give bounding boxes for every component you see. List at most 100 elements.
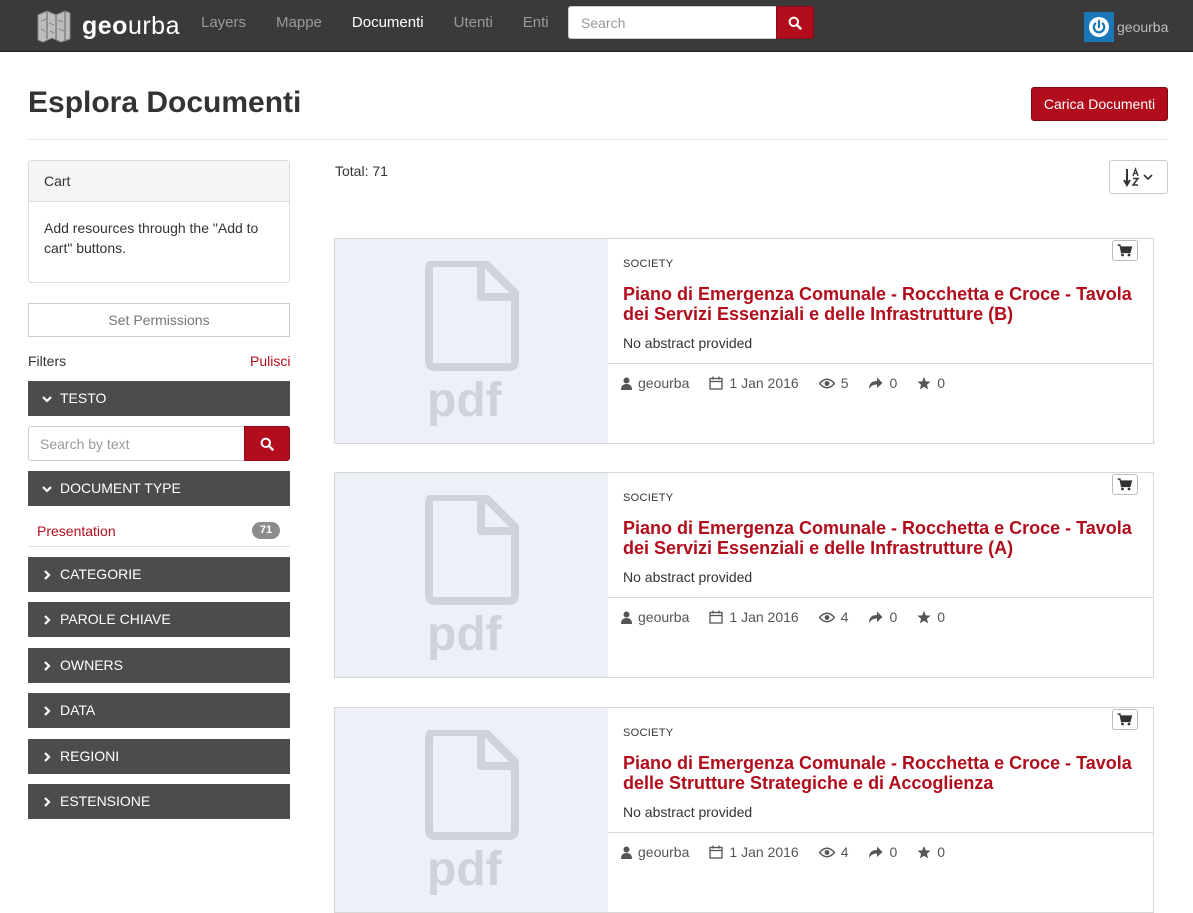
user-name: geourba xyxy=(1117,19,1169,35)
document-thumbnail[interactable]: pdf xyxy=(335,708,608,912)
owner-meta[interactable]: geourba xyxy=(621,609,689,625)
category-label: SOCIETY xyxy=(623,727,674,739)
divider xyxy=(608,832,1153,833)
shares-meta: 0 xyxy=(868,844,897,860)
add-to-cart-button[interactable] xyxy=(1112,240,1138,261)
add-to-cart-button[interactable] xyxy=(1112,709,1138,730)
cart-icon xyxy=(1117,244,1133,257)
owner-meta[interactable]: geourba xyxy=(621,375,689,391)
views-count: 4 xyxy=(840,609,849,625)
shares-count: 0 xyxy=(889,609,898,625)
facet-parole-chiave[interactable]: PAROLE CHIAVE xyxy=(28,602,290,637)
map-logo-icon xyxy=(37,10,71,43)
abstract-text: No abstract provided xyxy=(623,335,753,351)
facet-label: CATEGORIE xyxy=(60,566,142,582)
rating-value: 0 xyxy=(937,375,946,391)
document-card: pdf SOCIETY Piano di Emergenza Comunale … xyxy=(334,238,1154,444)
search-icon xyxy=(260,437,274,451)
document-title-link[interactable]: Piano di Emergenza Comunale - Rocchetta … xyxy=(623,518,1143,558)
owner-name: geourba xyxy=(638,375,690,391)
eye-icon xyxy=(818,847,835,857)
chevron-right-icon xyxy=(40,659,54,673)
user-icon xyxy=(621,846,632,859)
logo[interactable]: geourba xyxy=(36,8,180,44)
views-meta: 4 xyxy=(818,844,848,860)
facet-label: DATA xyxy=(60,702,96,718)
calendar-icon xyxy=(709,845,724,859)
global-search-input[interactable] xyxy=(568,6,777,39)
header-divider xyxy=(28,139,1168,140)
logo-text: geourba xyxy=(82,11,180,40)
document-title-link[interactable]: Piano di Emergenza Comunale - Rocchetta … xyxy=(623,753,1143,793)
share-icon xyxy=(869,377,883,389)
pdf-label: pdf xyxy=(427,608,502,661)
facet-regioni[interactable]: REGIONI xyxy=(28,739,290,774)
facet-data[interactable]: DATA xyxy=(28,693,290,728)
nav-link-enti[interactable]: Enti xyxy=(508,0,564,48)
nav-link-documenti[interactable]: Documenti xyxy=(337,0,439,48)
text-search-button[interactable] xyxy=(244,426,290,461)
nav-link-mappe[interactable]: Mappe xyxy=(261,0,337,48)
chevron-right-icon xyxy=(40,704,54,718)
facet-estensione[interactable]: ESTENSIONE xyxy=(28,784,290,819)
date-value: 1 Jan 2016 xyxy=(729,375,799,391)
calendar-icon xyxy=(709,376,724,390)
shares-count: 0 xyxy=(889,844,898,860)
chevron-right-icon xyxy=(40,750,54,764)
top-navbar: geourba Layers Mappe Documenti Utenti En… xyxy=(0,0,1193,52)
search-icon xyxy=(788,16,802,30)
date-value: 1 Jan 2016 xyxy=(729,609,799,625)
cart-title: Cart xyxy=(29,161,289,202)
eye-icon xyxy=(818,612,835,622)
text-search-input[interactable] xyxy=(28,426,244,461)
document-card: pdf SOCIETY Piano di Emergenza Comunale … xyxy=(334,472,1154,678)
facet-owners[interactable]: OWNERS xyxy=(28,648,290,683)
cart-icon xyxy=(1117,713,1133,726)
chevron-down-icon xyxy=(40,482,54,496)
chevron-right-icon xyxy=(40,613,54,627)
chevron-right-icon xyxy=(40,568,54,582)
add-to-cart-button[interactable] xyxy=(1112,474,1138,495)
rating-value: 0 xyxy=(937,844,946,860)
card-body: SOCIETY Piano di Emergenza Comunale - Ro… xyxy=(608,708,1153,912)
views-meta: 4 xyxy=(818,609,849,625)
facet-categorie[interactable]: CATEGORIE xyxy=(28,557,290,592)
shares-count: 0 xyxy=(889,375,898,391)
cart-panel: Cart Add resources through the "Add to c… xyxy=(28,160,290,283)
category-label: SOCIETY xyxy=(623,258,674,270)
avatar xyxy=(1084,12,1114,42)
owner-meta[interactable]: geourba xyxy=(621,844,689,860)
star-icon xyxy=(917,610,931,623)
facet-item-presentation[interactable]: Presentation 71 xyxy=(28,516,290,547)
set-permissions-button[interactable]: Set Permissions xyxy=(28,303,290,337)
count-badge: 71 xyxy=(252,522,280,539)
pdf-label: pdf xyxy=(427,374,502,427)
facet-label: TESTO xyxy=(60,390,107,406)
facet-testo[interactable]: TESTO xyxy=(28,381,290,416)
user-menu[interactable]: geourba xyxy=(1084,12,1168,42)
results-total: Total: 71 xyxy=(335,163,388,179)
document-thumbnail[interactable]: pdf xyxy=(335,473,608,677)
nav-link-utenti[interactable]: Utenti xyxy=(439,0,508,48)
filters-label: Filters xyxy=(28,353,67,369)
facet-item-label[interactable]: Presentation xyxy=(37,523,116,539)
page-title: Esplora Documenti xyxy=(28,86,302,119)
calendar-icon xyxy=(709,610,724,624)
eye-icon xyxy=(818,378,835,388)
date-meta: 1 Jan 2016 xyxy=(709,609,799,625)
document-title-link[interactable]: Piano di Emergenza Comunale - Rocchetta … xyxy=(623,284,1143,324)
sort-button[interactable] xyxy=(1109,160,1168,194)
document-thumbnail[interactable]: pdf xyxy=(335,239,608,443)
nav-link-layers[interactable]: Layers xyxy=(186,0,261,48)
date-value: 1 Jan 2016 xyxy=(729,844,799,860)
text-search xyxy=(28,426,290,461)
share-icon xyxy=(869,846,883,858)
category-label: SOCIETY xyxy=(623,492,674,504)
clear-filters-link[interactable]: Pulisci xyxy=(250,353,290,369)
facet-document-type[interactable]: DOCUMENT TYPE xyxy=(28,471,290,506)
share-icon xyxy=(869,611,883,623)
abstract-text: No abstract provided xyxy=(623,804,753,820)
upload-documents-button[interactable]: Carica Documenti xyxy=(1031,87,1168,121)
power-icon xyxy=(1089,17,1109,37)
global-search-button[interactable] xyxy=(776,6,814,39)
